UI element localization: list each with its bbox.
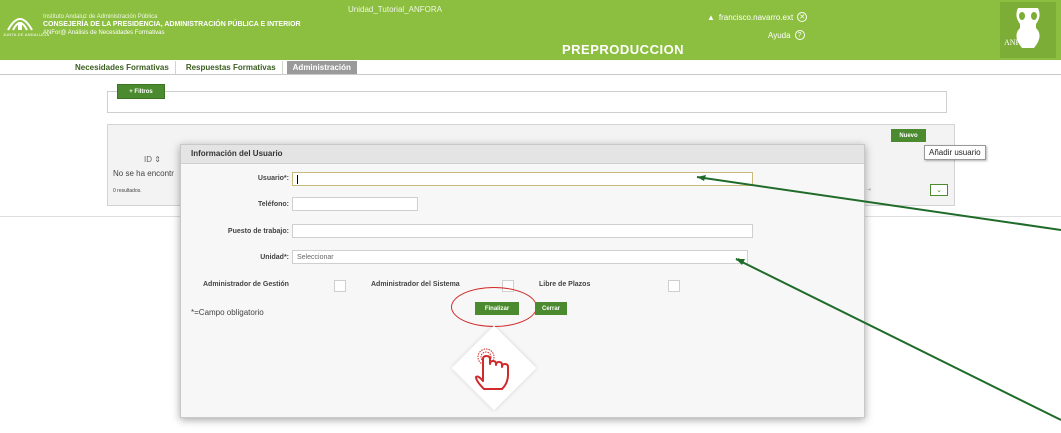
help-label: Ayuda bbox=[768, 30, 791, 40]
libre-plazos-checkbox[interactable] bbox=[668, 280, 680, 292]
help-icon: ? bbox=[794, 30, 805, 40]
admin-gestion-label: Administrador de Gestión bbox=[203, 281, 289, 288]
help-link[interactable]: Ayuda ? bbox=[768, 30, 805, 40]
tabs-divider bbox=[0, 74, 1061, 75]
column-header-id[interactable]: ID ⇕ bbox=[144, 155, 161, 164]
new-user-button[interactable]: Nuevo bbox=[891, 129, 926, 142]
add-user-tooltip: Añadir usuario bbox=[924, 145, 986, 160]
dialog-title: Información del Usuario bbox=[191, 149, 283, 158]
user-info-dialog: Información del Usuario Usuario*: Teléfo… bbox=[180, 144, 865, 418]
user-menu[interactable]: ▲ francisco.navarro.ext ✕ bbox=[707, 12, 808, 22]
unidad-label: Unidad*: bbox=[260, 254, 289, 261]
user-name: francisco.navarro.ext bbox=[718, 12, 794, 22]
tab-respuestas-formativas[interactable]: Respuestas Formativas bbox=[180, 61, 283, 74]
puesto-input[interactable] bbox=[292, 224, 753, 238]
anfora-amphora-logo bbox=[1000, 2, 1056, 58]
page-size-select[interactable]: ⌄ bbox=[930, 184, 948, 196]
user-icon: ▲ bbox=[707, 12, 715, 22]
filters-button[interactable]: + Filtros bbox=[117, 84, 165, 99]
required-fields-note: *=Campo obligatorio bbox=[191, 308, 264, 317]
filter-panel bbox=[107, 91, 947, 113]
results-count: 0 resultados. bbox=[113, 188, 142, 194]
tab-administracion[interactable]: Administración bbox=[286, 61, 357, 74]
main-tabs: Necesidades Formativas Respuestas Format… bbox=[69, 61, 357, 74]
chevron-down-icon: ⌄ bbox=[936, 187, 942, 194]
puesto-label: Puesto de trabajo: bbox=[227, 228, 289, 235]
environment-label: PREPRODUCCION bbox=[562, 42, 685, 57]
no-results-text: No se ha encontr bbox=[113, 169, 174, 178]
logout-icon[interactable]: ✕ bbox=[797, 12, 808, 22]
app-header: JUNTA DE ANDALUCIA Instituto Andaluz de … bbox=[0, 0, 1061, 60]
usuario-label: Usuario*: bbox=[257, 175, 289, 182]
finalize-button[interactable]: Finalizar bbox=[475, 302, 519, 315]
admin-sistema-label: Administrador del Sistema bbox=[371, 281, 460, 288]
chevron-down-icon: ⌄ bbox=[734, 252, 741, 262]
usuario-input[interactable] bbox=[292, 172, 753, 186]
close-button[interactable]: Cerrar bbox=[535, 302, 567, 315]
telefono-label: Teléfono: bbox=[258, 201, 289, 208]
admin-gestion-checkbox[interactable] bbox=[334, 280, 346, 292]
ministry-name: CONSEJERÍA DE LA PRESIDENCIA, ADMINISTRA… bbox=[43, 21, 301, 28]
app-title: Unidad_Tutorial_ANFORA bbox=[348, 5, 442, 14]
tap-hand-icon bbox=[475, 348, 509, 390]
libre-plazos-label: Libre de Plazos bbox=[539, 281, 591, 288]
telefono-input[interactable] bbox=[292, 197, 418, 211]
text-cursor bbox=[297, 174, 298, 184]
institute-name: Instituto Andaluz de Administración Públ… bbox=[43, 14, 158, 20]
unidad-select[interactable]: Seleccionar ⌄ bbox=[292, 250, 748, 264]
tab-necesidades-formativas[interactable]: Necesidades Formativas bbox=[69, 61, 176, 74]
junta-andalucia-logo bbox=[7, 18, 33, 31]
dialog-header: Información del Usuario bbox=[181, 145, 864, 164]
app-subtitle: ANFor@ Análisis de Necesidades Formativa… bbox=[43, 30, 165, 36]
anfora-brand: ANFora bbox=[1004, 38, 1031, 47]
unidad-select-value: Seleccionar bbox=[297, 253, 334, 261]
